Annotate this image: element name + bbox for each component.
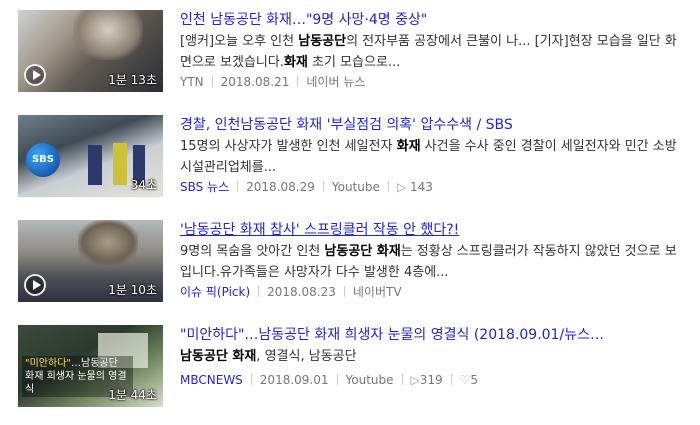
source-name[interactable]: SBS 뉴스 xyxy=(180,180,229,194)
source-name[interactable]: 이슈 픽(Pick) xyxy=(180,285,250,299)
person-figure xyxy=(113,143,127,185)
video-title-link[interactable]: '남동공단 화재 참사' 스프링클러 작동 안 했다?! xyxy=(180,220,688,240)
video-result-2: SBS 34초 경찰, 인천남동공단 화재 '부실점검 의혹' 압수수색 / S… xyxy=(18,115,688,197)
smoke-image xyxy=(73,10,143,60)
video-thumbnail[interactable]: 1분 10초 xyxy=(18,220,163,302)
publish-date: 2018.08.23 xyxy=(267,285,336,299)
video-duration: 1분 44초 xyxy=(108,388,157,402)
tag-item[interactable]: 남동공단 xyxy=(309,349,357,364)
heart-icon: ♡ xyxy=(459,373,471,387)
platform-name[interactable]: Youtube xyxy=(332,180,380,194)
publish-date: 2018.08.21 xyxy=(220,75,290,89)
view-count: 319 xyxy=(419,373,443,387)
play-icon[interactable] xyxy=(24,274,46,296)
video-result-1: 1분 13초 인천 남동공단 화재…"9명 사망·4명 중상" [앵커]오늘 오… xyxy=(18,10,688,92)
platform-name[interactable]: 네이버 뉴스 xyxy=(306,75,365,89)
video-description: [앵커]오늘 오후 인천 남동공단의 전자부품 공장에서 큰불이 나... [기… xyxy=(180,34,677,70)
video-tags: 남동공단 화재, 영결식, 남동공단 xyxy=(180,349,357,364)
video-result-3: 1분 10초 '남동공단 화재 참사' 스프링클러 작동 안 했다?! 9명의 … xyxy=(18,220,688,302)
video-title-link[interactable]: "미안하다"…남동공단 화재 희생자 눈물의 영결식 (2018.09.01/뉴… xyxy=(180,325,688,345)
smoke-image xyxy=(78,220,138,265)
video-result-4: "미안하다"…남동공단 화재 희생자 눈물의 영결식 1분 44초 "미안하다"… xyxy=(18,325,688,407)
video-meta: 이슈 픽(Pick) 2018.08.23 네이버TV xyxy=(180,283,688,301)
video-title-link[interactable]: 인천 남동공단 화재…"9명 사망·4명 중상" xyxy=(180,10,688,30)
video-description: 15명의 사상자가 발생한 인천 세일전자 화재 사건을 수사 중인 경찰이 세… xyxy=(180,139,677,175)
video-thumbnail[interactable]: "미안하다"…남동공단 화재 희생자 눈물의 영결식 1분 44초 xyxy=(18,325,163,407)
video-thumbnail[interactable]: 1분 13초 xyxy=(18,10,163,92)
tag-item[interactable]: 남동공단 화재 xyxy=(180,349,256,364)
person-figure xyxy=(88,145,102,185)
like-count: 5 xyxy=(470,373,479,387)
tag-item[interactable]: 영결식 xyxy=(265,349,301,364)
play-icon[interactable] xyxy=(24,64,46,86)
view-count: 143 xyxy=(409,180,433,194)
source-name[interactable]: YTN xyxy=(180,75,204,89)
play-count-icon: ▷ xyxy=(396,180,407,194)
video-meta: MBCNEWS 2018.09.01 Youtube ▷319 ♡5 xyxy=(180,371,688,389)
video-thumbnail[interactable]: SBS 34초 xyxy=(18,115,163,197)
video-description: 9명의 목숨을 앗아간 인천 남동공단 화재는 정황상 스프링클러가 작동하지 … xyxy=(180,244,677,280)
video-meta: SBS 뉴스 2018.08.29 Youtube ▷ 143 xyxy=(180,178,688,196)
platform-name[interactable]: 네이버TV xyxy=(353,285,402,299)
play-count-icon: ▷ xyxy=(410,373,420,387)
publish-date: 2018.08.29 xyxy=(246,180,315,194)
video-title-link[interactable]: 경찰, 인천남동공단 화재 '부실점검 의혹' 압수수색 / SBS xyxy=(180,115,688,135)
source-name[interactable]: MBCNEWS xyxy=(180,373,243,387)
publish-date: 2018.09.01 xyxy=(259,373,329,387)
video-duration: 1분 10초 xyxy=(108,283,157,297)
sbs-logo-icon: SBS xyxy=(26,143,60,177)
platform-name[interactable]: Youtube xyxy=(346,373,394,387)
video-meta: YTN 2018.08.21 네이버 뉴스 xyxy=(180,73,688,91)
video-duration: 34초 xyxy=(130,178,157,192)
video-duration: 1분 13초 xyxy=(108,73,157,87)
